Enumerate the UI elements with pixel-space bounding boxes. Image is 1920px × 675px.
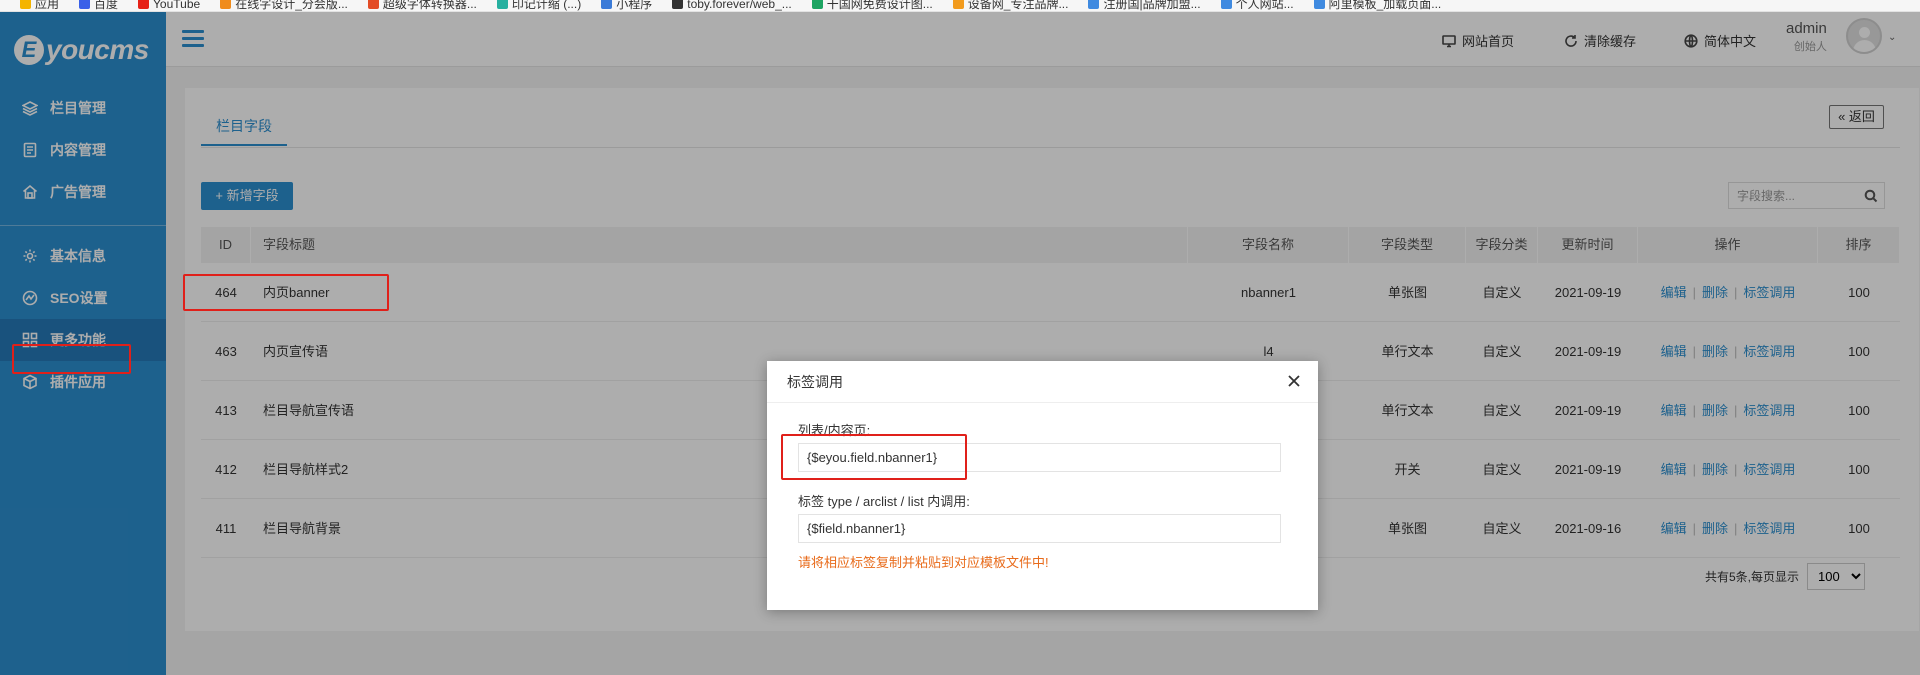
bookmark-label: toby.forever/web_... xyxy=(687,0,792,11)
bookmark-label: 小程序 xyxy=(616,0,653,11)
dialog-title: 标签调用 xyxy=(767,361,1318,403)
browser-bookmarks-bar: 应用 百度 YouTube 在线字设计_分会版... 超级字体转换器... 印记计缩 (.… xyxy=(0,0,1920,12)
bookmark-label: 超级字体转换器... xyxy=(382,0,477,11)
bookmark-label: 个人网站... xyxy=(1235,0,1294,11)
bookmark-item[interactable]: YouTube xyxy=(138,0,200,11)
list-page-label: 列表/内容页: xyxy=(798,423,871,438)
bookmark-icon xyxy=(79,0,91,9)
bookmark-label: 应用 xyxy=(35,0,60,11)
bookmark-item[interactable]: 超级字体转换器... xyxy=(367,0,477,11)
bookmark-label: 阿里模板_加载页面... xyxy=(1328,0,1442,11)
close-icon[interactable] xyxy=(1286,373,1302,389)
bookmark-label: 百度 xyxy=(94,0,119,11)
bookmark-label: YouTube xyxy=(153,0,201,11)
bookmark-item[interactable]: 设备网_专注品牌... xyxy=(952,0,1069,11)
bookmark-icon xyxy=(1313,0,1325,9)
bookmark-label: 印记计缩 (...) xyxy=(511,0,582,11)
bookmark-icon xyxy=(1220,0,1232,9)
bookmark-label: 干国网免费设计图... xyxy=(826,0,933,11)
bookmark-icon xyxy=(952,0,964,9)
bookmark-icon xyxy=(1088,0,1100,9)
bookmark-icon xyxy=(811,0,823,9)
list-page-tag-field[interactable] xyxy=(798,443,1281,472)
bookmark-item[interactable]: 注册国|品牌加盟... xyxy=(1088,0,1201,11)
bookmark-item[interactable]: 在线字设计_分会版... xyxy=(220,0,348,11)
inner-call-tag-field[interactable] xyxy=(798,514,1281,543)
bookmark-label: 在线字设计_分会版... xyxy=(235,0,348,11)
bookmark-item[interactable]: 阿里模板_加载页面... xyxy=(1313,0,1442,11)
bookmark-icon xyxy=(367,0,379,9)
bookmark-icon xyxy=(220,0,232,9)
bookmark-item[interactable]: 印记计缩 (...) xyxy=(496,0,582,11)
bookmark-item[interactable]: 应用 xyxy=(20,0,60,11)
bookmark-icon xyxy=(672,0,684,9)
bookmark-icon xyxy=(138,0,150,9)
bookmark-label: 注册国|品牌加盟... xyxy=(1103,0,1201,11)
copy-hint: 请将相应标签复制并粘贴到对应模板文件中! xyxy=(798,555,1049,570)
bookmark-label: 设备网_专注品牌... xyxy=(967,0,1069,11)
bookmark-icon xyxy=(20,0,31,9)
tag-call-dialog: 标签调用 列表/内容页: 标签 type / arclist / list 内调… xyxy=(767,361,1318,610)
bookmark-item[interactable]: 个人网站... xyxy=(1220,0,1294,11)
bookmark-item[interactable]: 干国网免费设计图... xyxy=(811,0,933,11)
bookmark-item[interactable]: 小程序 xyxy=(601,0,653,11)
inner-call-label: 标签 type / arclist / list 内调用: xyxy=(798,494,970,509)
bookmark-icon xyxy=(496,0,508,9)
bookmark-item[interactable]: 百度 xyxy=(79,0,119,11)
bookmark-item[interactable]: toby.forever/web_... xyxy=(672,0,792,11)
bookmark-icon xyxy=(601,0,613,9)
